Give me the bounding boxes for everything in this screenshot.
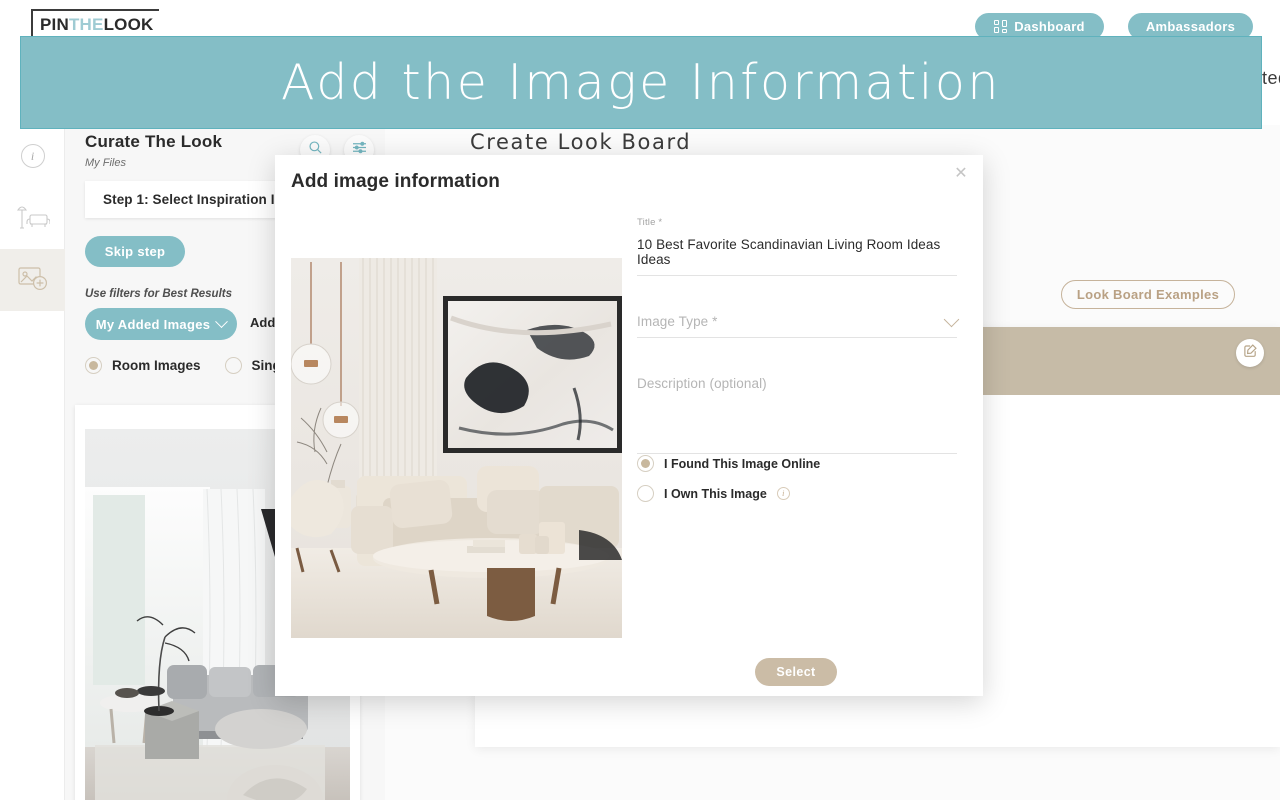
grid-icon <box>994 20 1007 33</box>
ownership-option-i-own[interactable]: I Own This Image i <box>637 485 820 502</box>
add-image-icon <box>17 264 49 297</box>
image-type-select[interactable]: Image Type * <box>637 314 718 329</box>
image-type-underline <box>637 337 957 338</box>
radio-i-own-image[interactable] <box>637 485 654 502</box>
select-button-label: Select <box>776 665 816 679</box>
description-underline <box>637 453 957 454</box>
look-board-examples-label: Look Board Examples <box>1076 287 1220 302</box>
skip-step-button[interactable]: Skip step <box>85 236 185 267</box>
cutoff-text: ted <box>1262 68 1280 88</box>
modal-title: Add image information <box>291 171 500 192</box>
skip-step-label: Skip step <box>104 244 166 259</box>
image-type-field-group: Image Type * <box>637 311 960 338</box>
description-field-group: Description (optional) <box>637 376 957 454</box>
ambassadors-label: Ambassadors <box>1145 19 1236 34</box>
modal-preview-image <box>291 258 622 638</box>
my-added-images-dropdown[interactable]: My Added Images <box>85 308 237 340</box>
dashboard-label: Dashboard <box>1014 19 1085 34</box>
title-input[interactable]: 10 Best Favorite Scandinavian Living Roo… <box>637 228 957 267</box>
title-field-underline <box>637 275 957 276</box>
radio-i-own-image-label: I Own This Image <box>664 486 767 501</box>
logo-part-look: LOOK <box>103 15 154 34</box>
rail-item-add-image[interactable] <box>0 249 65 311</box>
logo[interactable]: PINTHELOOK <box>31 9 160 39</box>
close-icon[interactable]: ✕ <box>952 166 970 184</box>
instruction-banner: Add the Image Information <box>20 36 1262 129</box>
info-icon[interactable]: i <box>776 487 790 500</box>
select-button[interactable]: Select <box>755 658 837 686</box>
image-info-form: Title * 10 Best Favorite Scandinavian Li… <box>637 217 960 454</box>
look-board-examples-button[interactable]: Look Board Examples <box>1061 280 1235 309</box>
ownership-option-found-online[interactable]: I Found This Image Online <box>637 455 820 472</box>
chevron-down-icon[interactable] <box>943 311 960 327</box>
lamp-sofa-icon <box>16 202 51 235</box>
radio-found-online-label: I Found This Image Online <box>664 456 821 471</box>
radio-single-images[interactable] <box>224 357 242 374</box>
panel-title: Curate The Look <box>85 132 223 151</box>
logo-part-pin: PIN <box>40 15 69 34</box>
page-title: Create Look Board <box>470 130 692 154</box>
logo-text: PINTHELOOK <box>40 14 153 36</box>
radio-room-images[interactable] <box>85 357 102 374</box>
chevron-down-icon <box>215 314 229 328</box>
radio-room-images-label: Room Images <box>112 358 201 373</box>
description-textarea[interactable]: Description (optional) <box>637 376 957 391</box>
radio-found-online[interactable] <box>637 455 654 472</box>
filters-hint: Use filters for Best Results <box>85 288 232 300</box>
image-scope-radio-group: Room Images Singl <box>85 357 299 374</box>
logo-part-the: THE <box>68 15 104 34</box>
edit-button[interactable] <box>1236 339 1264 367</box>
title-field-label: Title * <box>637 217 663 228</box>
icon-rail: i <box>0 125 65 800</box>
edit-icon <box>1243 343 1258 363</box>
add-image-information-modal: Add image information ✕ Title * 10 Best … <box>275 155 983 696</box>
panel-subtitle: My Files <box>85 157 126 169</box>
rail-item-info[interactable]: i <box>0 125 65 187</box>
instruction-banner-text: Add the Image Information <box>281 54 1001 111</box>
rail-item-furniture[interactable] <box>0 187 65 249</box>
my-added-images-label: My Added Images <box>95 316 211 332</box>
title-field-group: Title * 10 Best Favorite Scandinavian Li… <box>637 217 957 276</box>
info-icon: i <box>20 144 45 168</box>
ownership-radio-group: I Found This Image Online I Own This Ima… <box>637 455 820 515</box>
